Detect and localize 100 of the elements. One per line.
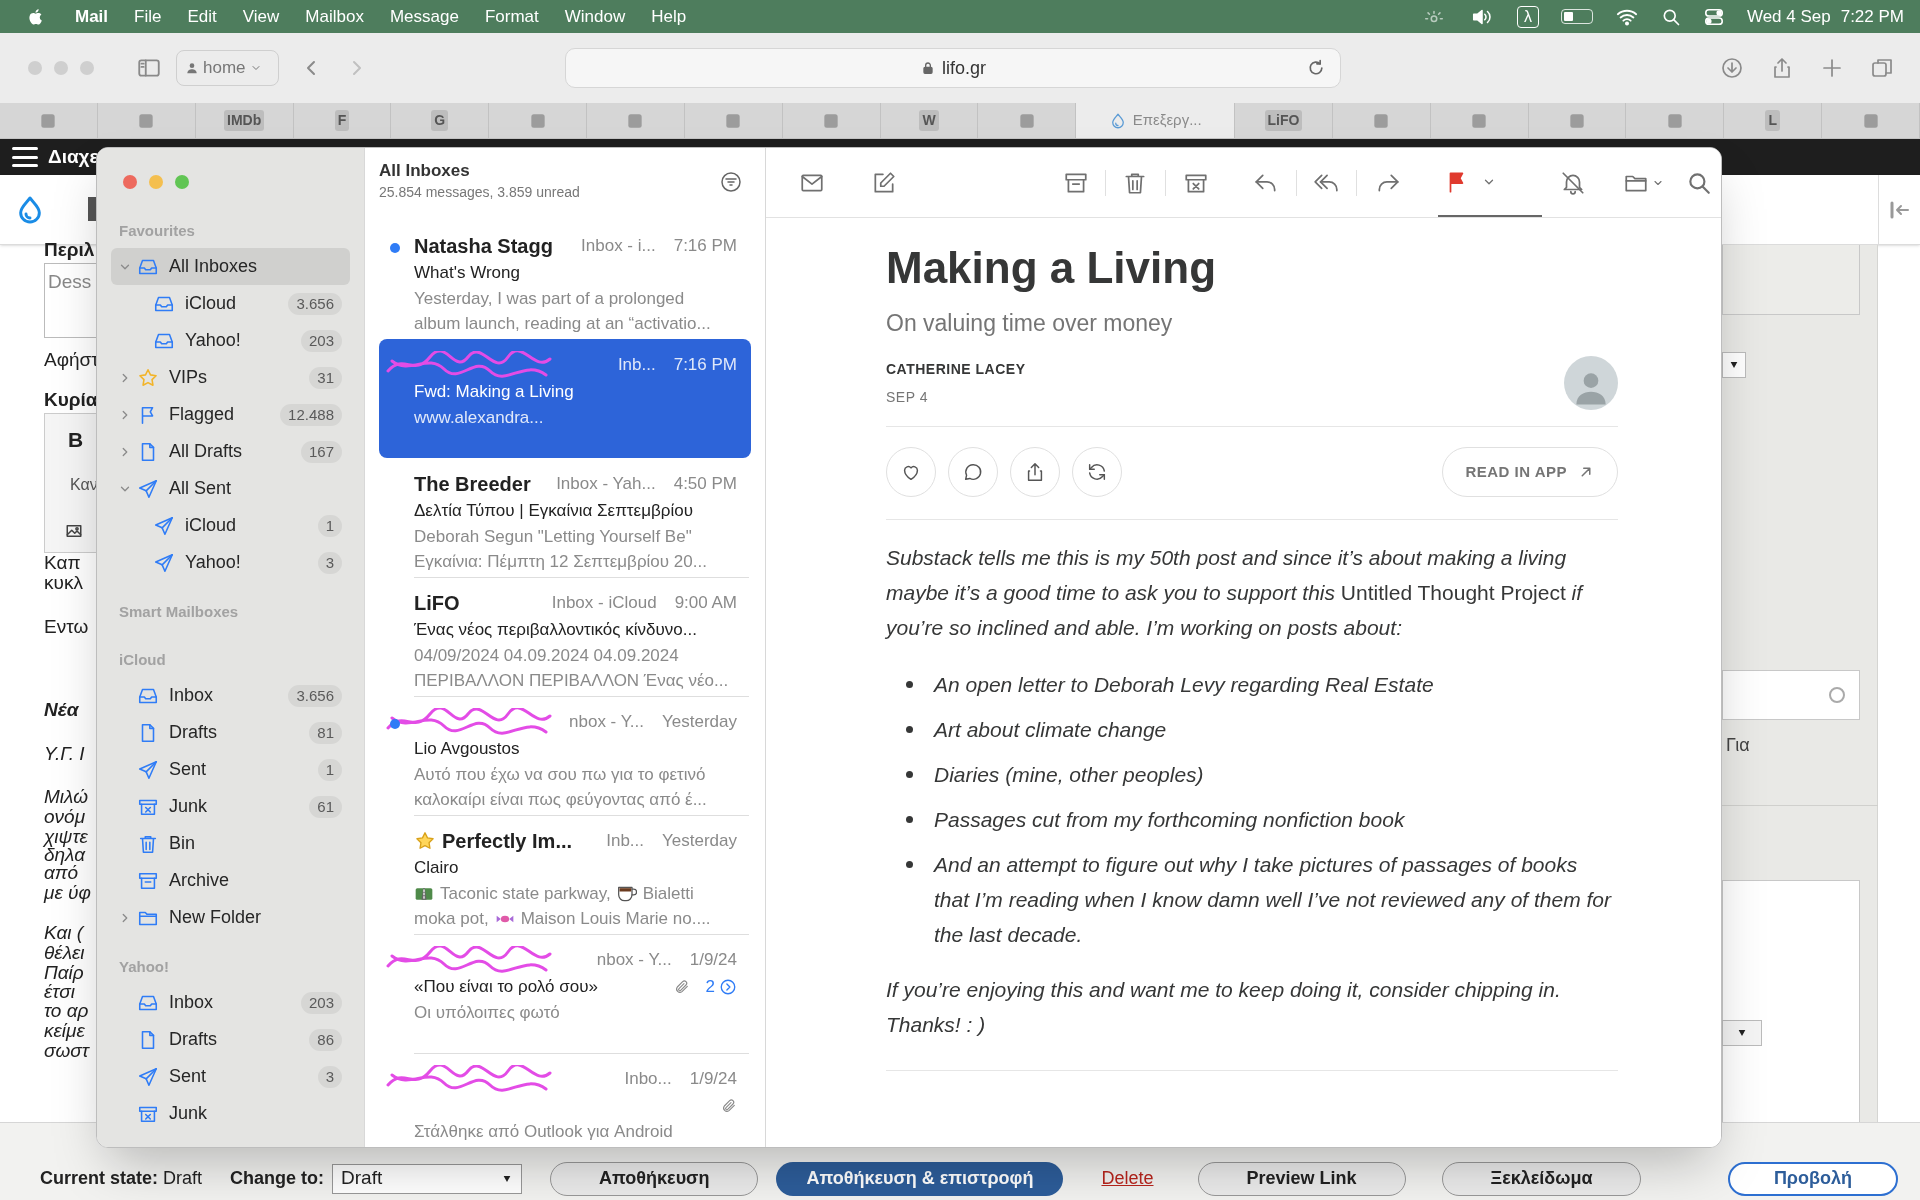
sidebar-item[interactable]: Drafts 81 [111,714,350,751]
preview-button[interactable]: Προβολή [1727,1161,1898,1196]
input-source-indicator[interactable]: λ [1516,5,1539,28]
message-preview: Στάλθηκε από Outlook για Android [414,1120,673,1143]
sidebar-item[interactable]: Flagged 12.488 [111,396,350,433]
menu-item[interactable]: Help [638,3,700,30]
message-row[interactable]: nbox - Y... 1/9/24 «Που είναι το ρολό σου» 2 Οι υπόλοιπες φωτό [379,934,751,1053]
list-item-text: Diaries (mine, other peoples) [934,762,1204,788]
like-button[interactable] [886,447,936,497]
menu-item[interactable]: Message [376,3,472,30]
unread-count: 203 [300,991,342,1014]
state-select[interactable]: Draft [332,1163,523,1194]
menu-item[interactable]: Window [551,3,639,30]
sidebar-item[interactable]: All Inboxes [111,248,350,285]
message-preview: Αυτό που έχω να σου πω για το φετινό [414,763,706,786]
filter-icon[interactable] [719,170,743,194]
state-value: Draft [163,1167,203,1190]
sidebar-item[interactable]: Bin [111,825,350,862]
action-button[interactable]: Αποθήκευση [550,1161,759,1196]
thread-count[interactable]: 2 [705,974,715,1000]
unread-count: 3.656 [288,684,342,707]
mailbox-name: Inbo... [624,1068,672,1091]
menu-item[interactable]: Format [471,3,552,30]
menu-bar-time[interactable]: 7:22 PM [1840,3,1904,30]
profile-button[interactable]: home [176,50,279,86]
sidebar-item[interactable]: Sent 3 [111,1058,350,1095]
message-row[interactable]: The Breeder Inbox - Yah... 4:50 PM Δελτία Τύπου | Εγκαίνια Σεπτεμβρίου Deborah Segun "Letting Yourself Be" Εγκαίνια: Πέμπτη 12 Σεπτεμβρίου 20... [379,458,751,577]
list-item-text: Art about climate change [934,717,1167,743]
article-paragraph: If you’re enjoying this and want me to keep doing it, consider chipping in. Thanks! : ) [886,977,1562,1038]
image-icon[interactable] [64,522,84,540]
sidebar-item[interactable]: iCloud 1 [111,507,350,544]
sender-name: Perfectly Im... [442,829,573,853]
page-text: έτσι [44,982,75,1002]
message-row[interactable]: LiFO Inbox - iCloud 9:00 AM Ένας νέος περιβαλλοντικός κίνδυνο... 04/09/2024 04.09.2024 04.09.2024 ΠΕΡΙΒΑΛΛΟΝ ΠΕΡΙΒΑΛΛΟΝ Ένας νέο... [379,577,751,696]
message-row[interactable]: nbox - Y... Yesterday Lio Avgoustos Αυτό που έχω να σου πω για το φετινό καλοκαίρι είναι πως φεύγοντας από έ... [379,696,751,815]
message-subject: Fwd: Making a Living [414,381,574,404]
zoom-button[interactable] [175,175,189,189]
message-row[interactable]: Inbo... 1/9/24 Στάλθηκε από Outlook για Android [379,1053,751,1147]
muted-bell-icon[interactable] [1560,169,1586,196]
sidebar-item[interactable]: iCloud 3.656 [111,285,350,322]
page-text: B [68,430,84,450]
menu-icon[interactable] [12,147,38,167]
sidebar-item[interactable]: Inbox 3.656 [111,677,350,714]
sidebar-item[interactable]: Sent 1 [111,751,350,788]
author-name[interactable]: CATHERINE LACEY [886,357,1026,381]
close-button[interactable] [123,175,137,189]
share-button[interactable] [1010,447,1060,497]
input-field[interactable] [1722,670,1860,720]
restack-button[interactable] [1072,447,1122,497]
compose-icon[interactable] [871,169,897,196]
download-icon[interactable] [1720,56,1744,80]
sidebar-item[interactable]: New Folder [111,899,350,936]
action-button[interactable]: Preview Link [1197,1161,1406,1196]
comment-button[interactable] [948,447,998,497]
new-tab-icon[interactable] [1820,56,1844,80]
message-row[interactable]: Natasha Stagg Inbox - i... 7:16 PM What's Wrong Yesterday, I was part of a prolonged album launch, reading at an “activatio... [379,220,751,339]
page-text: χιψτε [44,827,88,847]
text-area[interactable] [1722,245,1860,315]
message-row[interactable]: Perfectly Im... Inb... Yesterday Clairo Taconic state parkway, Bialetti moka pot, Maison Louis Marie no.... [379,815,751,934]
app-menu[interactable]: Mail [62,3,122,30]
text-area[interactable] [1722,880,1860,1125]
unread-count: 12.488 [280,403,342,426]
sidebar-item[interactable]: Inbox 203 [111,984,350,1021]
bullet-icon [906,681,913,688]
message-time: 7:16 PM [673,354,737,377]
message-time: 4:50 PM [673,473,737,496]
menu-item[interactable]: Mailbox [292,3,377,30]
sidebar-item[interactable]: Junk [111,1095,350,1132]
sidebar-item[interactable]: Archive [111,862,350,899]
action-button[interactable]: Αποθήκευση & επιστροφή [776,1161,1064,1196]
sidebar-item[interactable]: Yahoo! 3 [111,544,350,581]
page-text: ονόμ [44,807,86,827]
action-button[interactable]: Ξεκλείδωμα [1441,1161,1642,1196]
sidebar-item[interactable]: All Sent [111,470,350,507]
tab-overview-icon[interactable] [1870,56,1894,80]
read-in-app-button[interactable]: READ IN APP [1442,447,1618,497]
page-text: θέλει [44,943,85,963]
unread-count: 31 [309,366,342,389]
message-row[interactable]: Inb... 7:16 PM Fwd: Making a Living www.alexandra... [379,339,751,458]
address-bar[interactable]: lifo.gr [565,48,1341,88]
page-text: Καν [70,475,98,495]
sidebar-item[interactable]: Yahoo! 203 [111,322,350,359]
menu-item[interactable]: File [121,3,175,30]
menu-bar-date[interactable]: Wed 4 Sep [1746,3,1831,30]
mailbox-name: Inb... [606,830,644,853]
chevron-circle-icon[interactable] [719,978,737,996]
sidebar-item[interactable]: Junk 61 [111,788,350,825]
reload-icon[interactable] [1306,58,1326,78]
menu-item[interactable]: Edit [174,3,230,30]
text-area[interactable] [44,263,96,338]
menu-item[interactable]: View [229,3,293,30]
battery-icon[interactable] [1560,9,1593,24]
page-text: Νέα [44,700,79,720]
delete-link[interactable]: Delete [1095,1165,1160,1192]
admin-header-title[interactable]: Διαχε [48,142,99,172]
sidebar-item[interactable]: Drafts 86 [111,1021,350,1058]
sidebar-item[interactable]: VIPs 31 [111,359,350,396]
page-text: με ύφ [44,883,91,903]
triangle-icon [1728,361,1740,369]
sidebar-item[interactable]: All Drafts 167 [111,433,350,470]
